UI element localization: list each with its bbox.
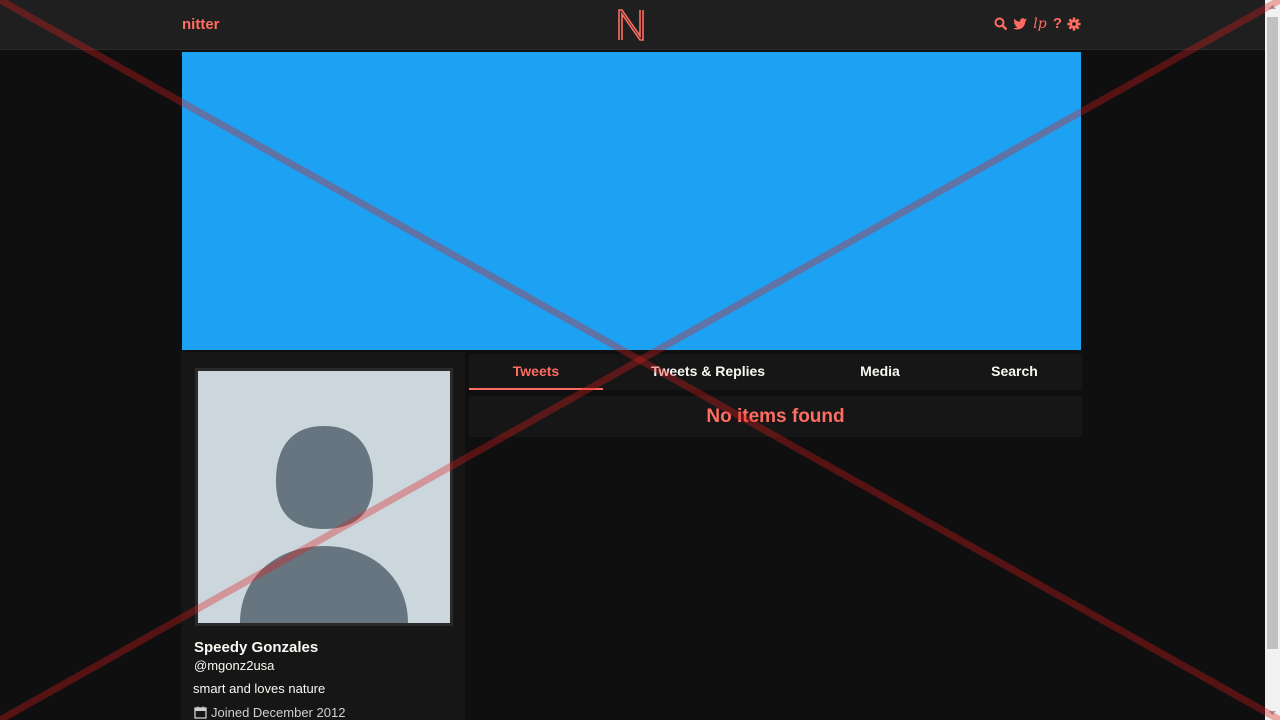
tab-tweets-replies[interactable]: Tweets & Replies xyxy=(603,354,813,390)
profile-avatar[interactable] xyxy=(195,368,453,626)
nav-icons: lp ? xyxy=(994,16,1081,32)
timeline-empty-message: No items found xyxy=(469,396,1082,437)
nitter-logo-icon[interactable] xyxy=(616,8,646,42)
gear-icon[interactable] xyxy=(1067,16,1081,32)
navbar: nitter lp ? xyxy=(0,0,1265,50)
profile-tabs: Tweets Tweets & Replies Media Search xyxy=(469,354,1082,390)
search-icon[interactable] xyxy=(994,16,1008,32)
nitter-home-link[interactable]: nitter xyxy=(182,16,220,33)
profile-joined: Joined December 2012 xyxy=(194,705,345,720)
tab-media[interactable]: Media xyxy=(813,354,947,390)
help-icon[interactable]: ? xyxy=(1052,16,1063,32)
profile-banner[interactable] xyxy=(181,51,1082,351)
twitter-bird-icon[interactable] xyxy=(1012,16,1028,32)
profile-username[interactable]: @mgonz2usa xyxy=(194,658,274,673)
profile-joined-text: Joined December 2012 xyxy=(211,705,346,720)
page-scrollbar[interactable] xyxy=(1265,0,1280,720)
default-avatar-icon xyxy=(198,371,450,623)
profile-card: Speedy Gonzales @mgonz2usa smart and lov… xyxy=(181,352,465,720)
scrollbar-thumb[interactable] xyxy=(1267,17,1278,649)
scroll-up-arrow-icon[interactable] xyxy=(1265,0,1280,15)
lp-icon[interactable]: lp xyxy=(1032,16,1048,32)
tab-tweets[interactable]: Tweets xyxy=(469,354,603,390)
calendar-icon xyxy=(194,706,207,719)
profile-bio: smart and loves nature xyxy=(193,681,326,696)
tab-search[interactable]: Search xyxy=(947,354,1082,390)
profile-fullname[interactable]: Speedy Gonzales xyxy=(194,639,318,656)
scroll-down-arrow-icon[interactable] xyxy=(1265,705,1280,720)
